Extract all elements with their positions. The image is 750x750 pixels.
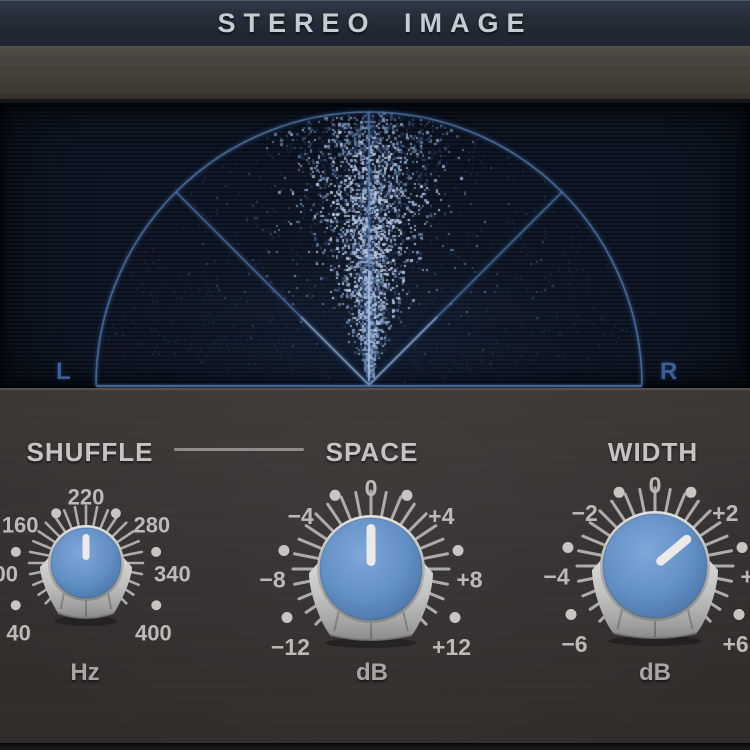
scale-label-0: 0 xyxy=(649,472,662,498)
bottom-chassis-edge xyxy=(0,743,750,750)
space-knob-pointer xyxy=(367,524,376,566)
scale-label-0: 0 xyxy=(365,475,378,501)
scale-label-40: 40 xyxy=(6,620,30,645)
scale-label-+4: +4 xyxy=(740,563,750,589)
scale-label-+4: +4 xyxy=(428,503,454,529)
shuffle-knob-pointer xyxy=(83,534,90,560)
panel-strip xyxy=(0,46,750,103)
scale-label-−8: −8 xyxy=(259,566,285,592)
right-channel-label: R xyxy=(660,358,677,386)
goniometer-display: L R xyxy=(0,103,750,388)
scale-label-−12: −12 xyxy=(271,634,310,660)
space-knob-group: −12 −8 −4 0 +4 +8 +12 xyxy=(259,475,482,660)
scale-label-100: 100 xyxy=(0,561,18,586)
plugin-window: STEREO IMAGE L R SHUFFLE SPACE WIDTH 401… xyxy=(0,0,750,750)
scale-label-+2: +2 xyxy=(712,500,738,526)
space-unit-label: dB xyxy=(356,659,388,687)
scale-label-+8: +8 xyxy=(456,566,482,592)
knob-controls: 40100160220280340400−12−8−40+4+8+12−6−4−… xyxy=(0,388,750,743)
title-bar: STEREO IMAGE xyxy=(0,0,750,46)
plugin-title: STEREO IMAGE xyxy=(217,8,532,39)
scale-label-−4: −4 xyxy=(543,563,569,589)
scale-label-−4: −4 xyxy=(288,503,314,529)
left-channel-label: L xyxy=(56,358,71,386)
scale-label-+12: +12 xyxy=(432,634,471,660)
shuffle-knob-group: 40 100 160 220 280 340 400 xyxy=(0,485,191,646)
scale-label-+6: +6 xyxy=(722,631,748,657)
space-knob[interactable] xyxy=(309,515,433,648)
scale-label-160: 160 xyxy=(2,513,39,538)
shuffle-unit-label: Hz xyxy=(70,659,99,687)
scale-label-340: 340 xyxy=(154,561,191,586)
width-unit-label: dB xyxy=(639,659,671,687)
width-knob-group: −6 −4 −2 0 +2 +4 +6 xyxy=(543,472,750,657)
scale-label-220: 220 xyxy=(68,485,105,510)
scale-label-400: 400 xyxy=(135,620,172,645)
goniometer-canvas xyxy=(0,103,750,388)
scale-label-280: 280 xyxy=(133,513,170,538)
scale-label-−6: −6 xyxy=(561,631,587,657)
width-knob[interactable] xyxy=(592,511,718,646)
scale-label-−2: −2 xyxy=(572,500,598,526)
